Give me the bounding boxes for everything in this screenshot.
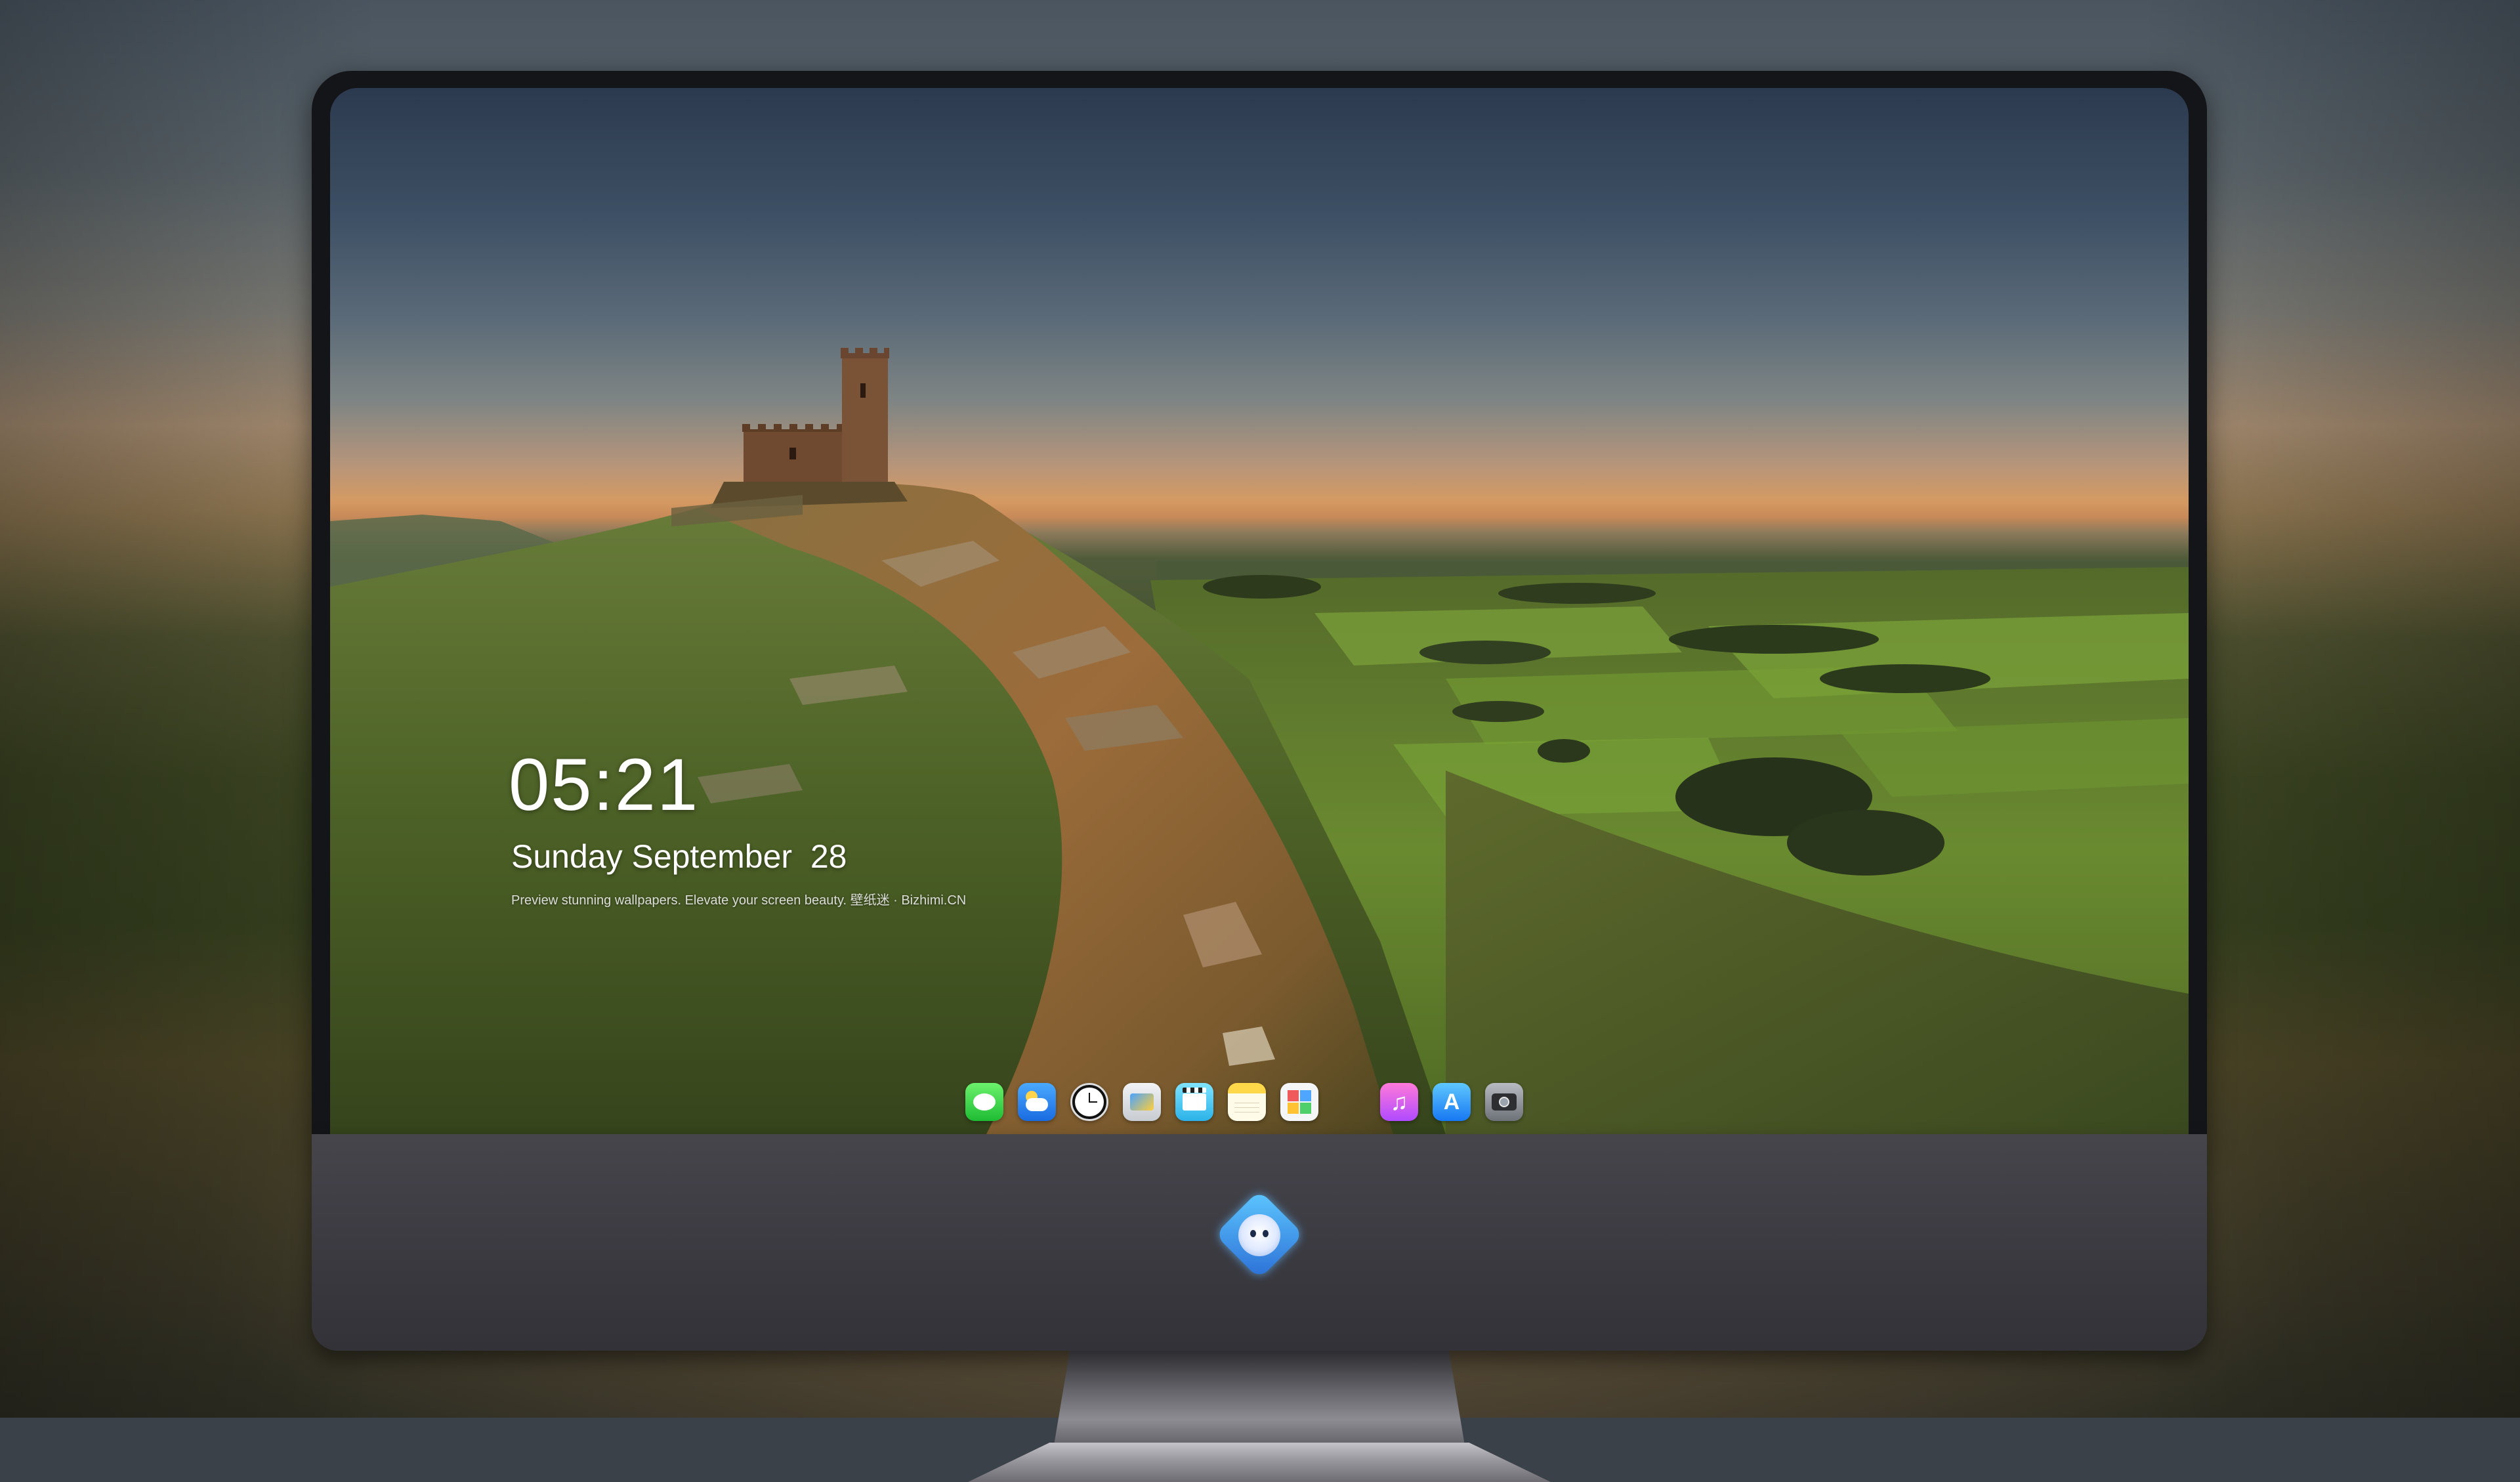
notes-icon[interactable] [1228, 1083, 1266, 1121]
dock: ♫ A [965, 1074, 1523, 1130]
weather-icon[interactable] [1018, 1083, 1056, 1121]
mascot-face-icon [1238, 1214, 1280, 1256]
lock-screen-date: Sunday September 28 [511, 838, 847, 875]
app-store-icon[interactable]: A [1433, 1083, 1471, 1121]
monitor: 05:21 Sunday September 28 Preview stunni… [312, 71, 2207, 1482]
monitor-bezel: 05:21 Sunday September 28 Preview stunni… [312, 71, 2207, 1141]
monitor-stand-base [968, 1443, 1551, 1482]
clock-icon[interactable] [1070, 1083, 1108, 1121]
wallpaper-tagline: Preview stunning wallpapers. Elevate you… [511, 893, 967, 908]
video-icon[interactable] [1175, 1083, 1213, 1121]
photos-icon[interactable] [1280, 1083, 1318, 1121]
lock-screen-clock: 05:21 [509, 744, 700, 826]
monitor-chin [312, 1134, 2207, 1351]
wallpaper-landscape [330, 348, 2189, 1134]
monitor-stand-neck [1053, 1351, 1465, 1449]
camera-icon[interactable] [1485, 1083, 1523, 1121]
desktop-screen[interactable]: 05:21 Sunday September 28 Preview stunni… [330, 88, 2189, 1134]
preview-icon[interactable] [1123, 1083, 1161, 1121]
messages-icon[interactable] [965, 1083, 1003, 1121]
music-icon[interactable]: ♫ [1380, 1083, 1418, 1121]
